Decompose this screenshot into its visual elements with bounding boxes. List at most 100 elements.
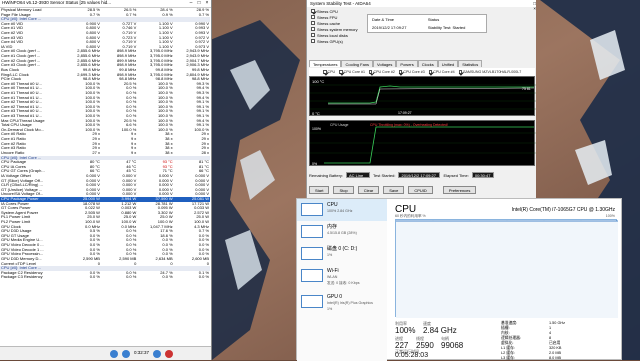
resource-item[interactable]: GPU 0 Intel(R) Iris(R) Plus Graphics 1% (297, 291, 387, 327)
graph-tab[interactable]: Powers (396, 60, 418, 67)
aida-button-clear[interactable]: Clear (357, 186, 380, 194)
stress-option[interactable]: Stress GPU(s) (307, 38, 536, 44)
spec-value: 8 (549, 336, 552, 340)
resource-item[interactable]: CPU 100% 2.84 GHz (297, 199, 387, 221)
spec-label: L3 缓存: (501, 356, 515, 360)
resource-thumbnail (301, 269, 323, 282)
status-date: 2019/12/2 17:09:27 (372, 24, 407, 30)
spec-value: 1.50 GHz (549, 321, 566, 325)
stress-option-label: Stress GPU(s) (317, 38, 343, 44)
resource-item[interactable]: 内存 4.5/15.8 GB (28%) (297, 221, 387, 243)
usage-top-tick: 100% (312, 127, 321, 131)
legend-entry[interactable]: CPU Core #1 (339, 70, 365, 74)
task-manager-performance: CPU 100% 2.84 GHz 内存 4.5/15.8 GB (28%) 磁盘 0 … (296, 198, 622, 361)
resource-list: CPU 100% 2.84 GHz 内存 4.5/15.8 GB (28%) 磁盘 0 … (297, 199, 387, 361)
status-col-status: Status (427, 17, 440, 23)
legend-checkbox-icon[interactable] (428, 70, 433, 74)
checkbox-icon[interactable] (311, 9, 315, 13)
resource-subtitle: WLAN 发送: 0 接收: 0 Kbps (327, 275, 360, 285)
resource-thumbnail (301, 225, 323, 238)
temperature-legend: CPU CPU Core #1 CPU Core #2 CPU Core #3 CPU … (309, 68, 535, 76)
aida-button-stop[interactable]: Stop (333, 186, 354, 194)
checkbox-icon[interactable] (311, 39, 315, 43)
resource-thumbnail (301, 247, 323, 260)
resource-subtitle: Intel(R) Iris(R) Plus Graphics 1% (327, 301, 373, 311)
aida-button-start[interactable]: Start (309, 186, 330, 194)
cpu-usage-label: CPU Usage (330, 123, 349, 127)
close-icon[interactable]: × (203, 1, 211, 6)
spec-value: 1 (549, 326, 552, 330)
graph-tabs: Temperatures Cooling Fans Voltages Powers Cl… (309, 60, 483, 67)
spec-value: 4 (549, 331, 552, 335)
nav-left-icon[interactable] (110, 349, 118, 358)
remaining-battery-label: Remaining Battery: (309, 172, 344, 178)
test-info-bar: Remaining Battery: AC Line Test Started:… (309, 172, 535, 178)
stress-option-label: Stress FPU (317, 14, 338, 20)
temp-bottom-tick: 0 °C (312, 111, 320, 116)
cpu-usage-graph: CPU Usage CPU Throttling (max: 0%) - Ove… (309, 120, 536, 166)
status-text: Stability Test: Started (427, 24, 466, 30)
sensor-value: 0.0 % (162, 275, 173, 280)
resource-thumbnail (301, 295, 323, 308)
checkbox-icon[interactable] (311, 27, 315, 31)
stress-option-label: Stress system memory (317, 26, 358, 32)
resource-subtitle: 100% 2.84 GHz (327, 209, 353, 213)
aida64-title: System Stability Test - AIDA64 (310, 1, 371, 6)
legend-entry[interactable]: CPU Core #2 (368, 70, 395, 74)
legend-checkbox-icon[interactable] (458, 70, 463, 74)
legend-entry[interactable]: CPU Core #4 (428, 70, 455, 74)
temp-top-tick: 100 °C (312, 79, 324, 84)
sensor-value: 0.0 % (89, 275, 100, 280)
maximize-icon[interactable]: □ (195, 1, 203, 6)
uptime-value: 0:05:28:03 (395, 352, 429, 359)
elapsed-time-value: 00:30:47 (471, 172, 494, 178)
graph-tab[interactable]: Voltages (373, 60, 397, 67)
legend-checkbox-icon[interactable] (339, 70, 343, 74)
sensor-name: Package C3 Residency (1, 275, 43, 280)
legend-checkbox-icon[interactable] (368, 70, 373, 74)
checkbox-icon[interactable] (311, 15, 315, 19)
minimize-icon[interactable]: – (187, 1, 195, 6)
nav-right-icon[interactable] (122, 349, 130, 358)
handle-value: 99068 (441, 341, 464, 350)
hwinfo-titlebar: HWiNFO64 v6.12-3930 Sensor Status [25 va… (0, 0, 211, 8)
temp-current: 75 81 (522, 87, 531, 91)
test-started-value: 2019/12/2 17:09:27 (398, 172, 441, 178)
graph-tab[interactable]: Clocks (417, 60, 438, 67)
status-col-date: Date & Time (372, 17, 395, 23)
graph-tab[interactable]: Temperatures (309, 60, 342, 67)
elapsed-time-label: Elapsed Time: (443, 172, 469, 178)
temp-time: 17:09:27 (398, 111, 412, 115)
checkbox-icon[interactable] (311, 33, 315, 37)
legend-entry[interactable]: CPU Core #3 (398, 70, 425, 74)
legend-checkbox-icon[interactable] (398, 70, 403, 74)
checkbox-icon[interactable] (311, 21, 315, 25)
stress-option-label: Stress cache (317, 20, 341, 26)
legend-label: CPU Core #4 (433, 70, 455, 74)
graph-tab[interactable]: Unified (437, 60, 459, 67)
hwinfo-footer: 0:32:37 (0, 346, 211, 360)
sensor-value: 0.0 % (198, 275, 209, 280)
usage-value: 100% (395, 326, 416, 335)
settings-icon[interactable] (153, 349, 162, 358)
aida-button-preferences[interactable]: Preferences (442, 186, 477, 194)
spec-value: 8.0 MB (549, 356, 562, 360)
stress-option-label: Stress CPU (317, 8, 338, 14)
resource-item[interactable]: Wi-Fi WLAN 发送: 0 接收: 0 Kbps (297, 265, 387, 291)
elapsed-clock: 0:32:37 (134, 350, 150, 356)
cpu-detail-panel: CPU Intel(R) Core(TM) i7-1065G7 CPU @ 1.… (389, 199, 621, 361)
legend-checkbox-icon[interactable] (323, 70, 327, 74)
resource-subtitle: 4.5/15.8 GB (28%) (327, 231, 357, 235)
window-controls[interactable]: – □ × (533, 0, 536, 11)
sensor-value: 0.0 % (126, 275, 137, 280)
graph-tab[interactable]: Statistics (458, 60, 483, 67)
aida-button-save[interactable]: Save (383, 186, 405, 194)
graph-tab[interactable]: Cooling Fans (341, 60, 374, 67)
legend-entry[interactable]: CPU (323, 70, 335, 74)
close-sensors-icon[interactable] (165, 349, 174, 358)
speed-value: 2.84 GHz (423, 326, 457, 335)
aida-button-cpuid[interactable]: CPUID (408, 186, 433, 194)
resource-item[interactable]: 磁盘 0 (C: D:) 1% (297, 243, 387, 265)
legend-entry[interactable]: SAMSUNG MZVLB1T0HALR-000L7 (458, 70, 521, 74)
sensor-row[interactable]: Package C3 Residency 0.0 % 0.0 % 0.0 % 0.0 % (0, 275, 210, 280)
